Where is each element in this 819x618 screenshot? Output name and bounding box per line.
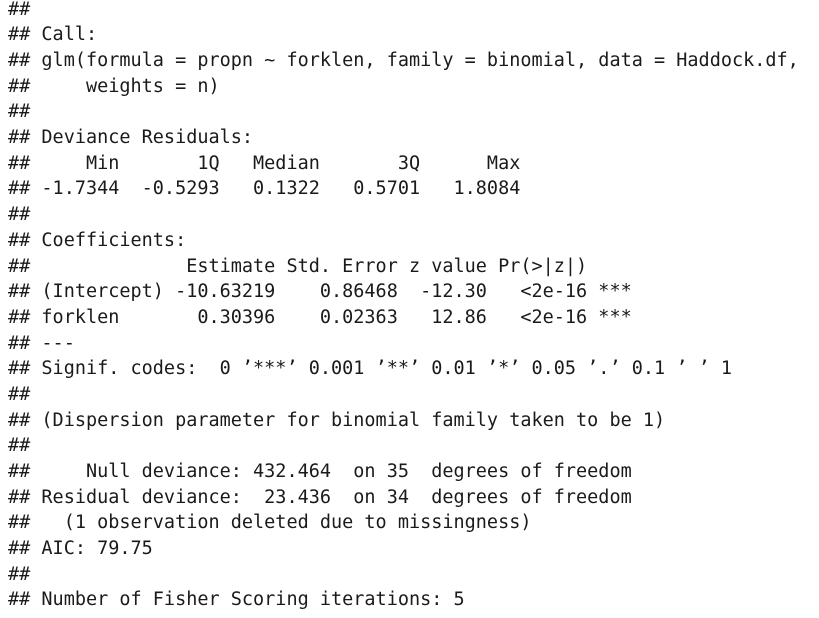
output-line-deviance-residuals-header: ## Deviance Residuals: bbox=[8, 127, 254, 148]
output-line-call-formula: ## glm(formula = propn ~ forklen, family… bbox=[8, 50, 799, 71]
output-line-signif-codes: ## Signif. codes: 0 ’***’ 0.001 ’**’ 0.0… bbox=[8, 358, 732, 379]
output-line-blank: ## bbox=[8, 564, 31, 585]
output-line-fisher-iterations: ## Number of Fisher Scoring iterations: … bbox=[8, 589, 465, 610]
output-line-residuals-column-headers: ## Min 1Q Median 3Q Max bbox=[8, 153, 521, 174]
r-console-output: ## ## Call: ## glm(formula = propn ~ for… bbox=[0, 0, 819, 618]
output-line-missingness-note: ## (1 observation deleted due to missing… bbox=[8, 512, 532, 533]
output-line-aic: ## AIC: 79.75 bbox=[8, 538, 153, 559]
output-line-call-weights: ## weights = n) bbox=[8, 76, 220, 97]
output-line-blank: ## bbox=[8, 204, 31, 225]
output-line-coefficients-header: ## Coefficients: bbox=[8, 230, 187, 251]
output-line-coefficient-intercept: ## (Intercept) -10.63219 0.86468 -12.30 … bbox=[8, 281, 632, 302]
output-line-blank: ## bbox=[8, 435, 31, 456]
output-line-residual-deviance: ## Residual deviance: 23.436 on 34 degre… bbox=[8, 487, 632, 508]
output-line-blank: ## bbox=[8, 384, 31, 405]
output-line-separator: ## --- bbox=[8, 333, 75, 354]
output-line-coefficients-column-headers: ## Estimate Std. Error z value Pr(>|z|) bbox=[8, 256, 588, 277]
output-line-blank: ## bbox=[8, 101, 31, 122]
output-line-call-header: ## Call: bbox=[8, 24, 98, 45]
output-line-coefficient-forklen: ## forklen 0.30396 0.02363 12.86 <2e-16 … bbox=[8, 307, 632, 328]
output-line-residuals-values: ## -1.7344 -0.5293 0.1322 0.5701 1.8084 bbox=[8, 178, 521, 199]
output-line-dispersion: ## (Dispersion parameter for binomial fa… bbox=[8, 410, 666, 431]
output-line-null-deviance: ## Null deviance: 432.464 on 35 degrees … bbox=[8, 461, 632, 482]
output-line-blank: ## bbox=[8, 0, 31, 20]
